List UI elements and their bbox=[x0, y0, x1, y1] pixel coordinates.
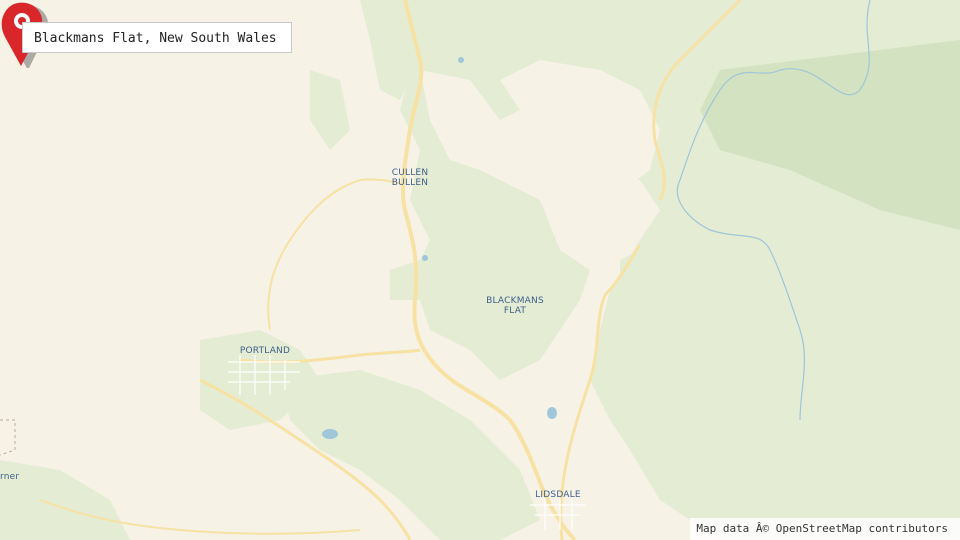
map-canvas[interactable]: CULLEN BULLEN BLACKMANS FLAT PORTLAND LI… bbox=[0, 0, 960, 540]
water-body-1 bbox=[547, 407, 557, 419]
location-title: Blackmans Flat, New South Wales bbox=[22, 22, 292, 53]
place-label-edge: rner bbox=[0, 472, 20, 482]
place-label-portland: PORTLAND bbox=[239, 346, 291, 356]
water-body-4 bbox=[458, 57, 464, 63]
water-body-3 bbox=[422, 255, 428, 261]
place-label-cullen-bullen: CULLEN BULLEN bbox=[391, 168, 429, 188]
place-label-blackmans-flat: BLACKMANS FLAT bbox=[486, 296, 544, 316]
map-attribution[interactable]: Map data Â© OpenStreetMap contributors bbox=[690, 518, 960, 540]
water-body-2 bbox=[322, 429, 338, 439]
place-label-lidsdale: LIDSDALE bbox=[535, 490, 581, 500]
map-layers bbox=[0, 0, 960, 540]
